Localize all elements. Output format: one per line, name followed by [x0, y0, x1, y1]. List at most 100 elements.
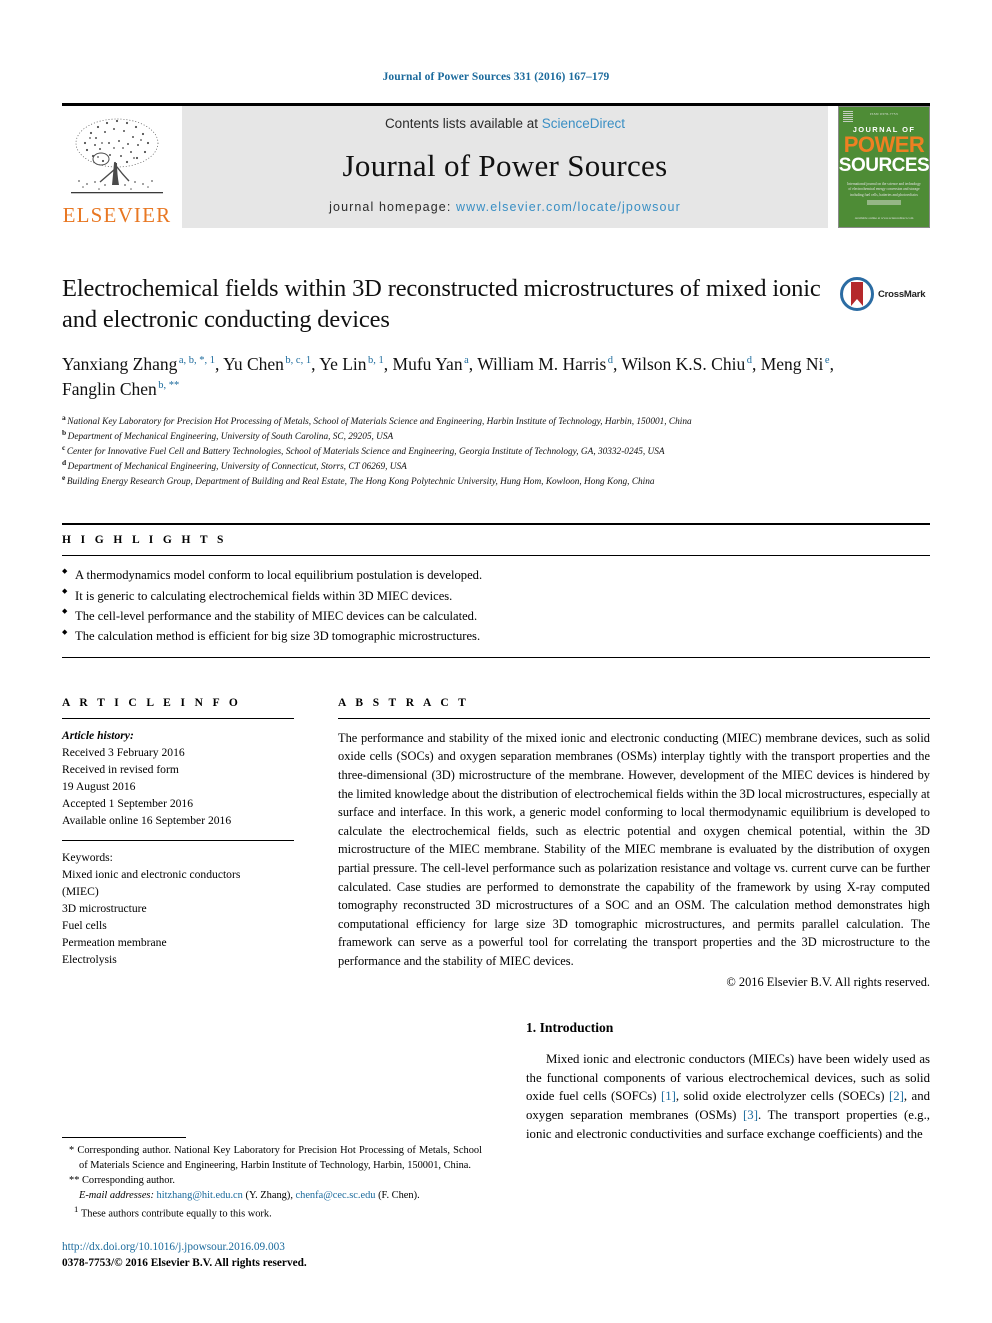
- crossmark-badge[interactable]: CrossMark: [840, 275, 936, 313]
- highlights-list: A thermodynamics model conform to local …: [62, 556, 930, 657]
- keyword-item: Mixed ionic and electronic conductors: [62, 867, 241, 881]
- history-item: Available online 16 September 2016: [62, 813, 232, 827]
- highlight-item: A thermodynamics model conform to local …: [62, 565, 930, 585]
- author-name: Mufu Yan: [392, 354, 463, 375]
- elsevier-wordmark: ELSEVIER: [62, 203, 172, 227]
- highlights-heading: H I G H L I G H T S: [62, 534, 227, 547]
- citation-2[interactable]: [2]: [889, 1089, 904, 1103]
- homepage-prefix: journal homepage:: [329, 200, 456, 214]
- keyword-item: Permeation membrane: [62, 936, 167, 950]
- footnote-corresponding-2: ** Corresponding author.: [62, 1173, 482, 1188]
- author-entry: Ye Lin b, 1,: [319, 354, 392, 374]
- affiliation-item: e Building Energy Research Group, Departm…: [62, 474, 930, 490]
- footnote-separator-rule: [62, 1137, 186, 1139]
- article-first-page: Journal of Power Sources 331 (2016) 167–…: [0, 0, 992, 1323]
- keyword-item: 3D microstructure: [62, 901, 147, 915]
- footnote-column: * Corresponding author. National Key Lab…: [62, 1020, 482, 1270]
- page-title: Electrochemical fields within 3D reconst…: [62, 275, 821, 334]
- email-link-chen[interactable]: chenfa@cec.sc.edu: [296, 1190, 376, 1201]
- footnote-mark-double-asterisk: **: [69, 1175, 80, 1187]
- journal-cover-thumbnail[interactable]: ISSN 0378-7753 JOURNAL OF POWER SOURCES …: [838, 106, 930, 228]
- author-affiliation-marks: b, 1: [368, 355, 384, 367]
- affiliation-item: c Center for Innovative Fuel Cell and Bat…: [62, 444, 930, 460]
- info-abstract-row: A R T I C L E I N F O Article history: R…: [62, 688, 930, 990]
- citation-1[interactable]: [1]: [661, 1089, 676, 1103]
- affiliation-text: Center for Innovative Fuel Cell and Batt…: [66, 447, 665, 457]
- email-link-zhang[interactable]: hitzhang@hit.edu.cn: [157, 1190, 243, 1201]
- author-name: William M. Harris: [477, 354, 607, 375]
- history-item: 19 August 2016: [62, 779, 136, 793]
- introduction-paragraph: Mixed ionic and electronic conductors (M…: [526, 1050, 930, 1143]
- cover-footer-text: Available online at www.sciencedirect.co…: [854, 215, 914, 220]
- affiliation-text: Building Energy Research Group, Departme…: [66, 477, 655, 488]
- affiliation-text: Department of Mechanical Engineering, Un…: [67, 431, 394, 442]
- cover-tagline: International journal on the science and…: [847, 181, 921, 197]
- keyword-item: Fuel cells: [62, 919, 107, 933]
- author-entry: Fanglin Chen b, **: [62, 379, 179, 399]
- affiliation-text: National Key Laboratory for Precision Ho…: [67, 416, 692, 427]
- affiliation-text: Department of Mechanical Engineering, Un…: [67, 462, 407, 473]
- author-sep: ,: [215, 354, 224, 375]
- author-entry: Wilson K.S. Chiu d,: [621, 354, 760, 374]
- highlight-item: The calculation method is efficient for …: [62, 626, 930, 646]
- history-item: Received in revised form: [62, 762, 179, 776]
- author-affiliation-marks: a, b, *, 1: [178, 355, 216, 367]
- author-affiliation-marks: b, c, 1: [285, 355, 312, 367]
- sciencedirect-link[interactable]: ScienceDirect: [542, 116, 625, 131]
- highlight-item: It is generic to calculating electrochem…: [62, 586, 930, 606]
- author-entry: William M. Harris d,: [477, 354, 621, 374]
- homepage-url-link[interactable]: www.elsevier.com/locate/jpowsour: [456, 200, 681, 214]
- author-name: Fanglin Chen: [62, 379, 157, 400]
- keyword-item: Electrolysis: [62, 953, 117, 967]
- footnote-list: * Corresponding author. National Key Lab…: [62, 1143, 482, 1222]
- keywords-label: Keywords:: [62, 850, 113, 864]
- author-affiliation-marks: d: [746, 355, 752, 367]
- elsevier-tree-icon: [71, 118, 163, 194]
- cover-issn-text: ISSN 0378-7753: [870, 111, 898, 116]
- contents-prefix: Contents lists available at: [384, 116, 542, 131]
- author-name: Meng Ni: [760, 354, 824, 375]
- author-entry: Yanxiang Zhang a, b, *, 1,: [62, 354, 223, 374]
- highlights-bottom-rule: [62, 656, 930, 658]
- journal-homepage-line: journal homepage: www.elsevier.com/locat…: [329, 200, 681, 214]
- author-affiliation-marks: b, **: [158, 380, 180, 392]
- footnote-equal-contribution: 1 These authors contribute equally to th…: [62, 1203, 482, 1222]
- intro-text-part2: , solid oxide electrolyzer cells (SOECs): [675, 1089, 889, 1104]
- email-owner-chen: (F. Chen).: [378, 1190, 420, 1202]
- journal-name: Journal of Power Sources: [342, 147, 668, 183]
- footnote-text: Corresponding author.: [82, 1175, 175, 1187]
- footer-doi-block: http://dx.doi.org/10.1016/j.jpowsour.201…: [62, 1239, 307, 1271]
- highlight-item: The cell-level performance and the stabi…: [62, 606, 930, 626]
- highlights-section: H I G H L I G H T S A thermodynamics mod…: [62, 523, 930, 658]
- keyword-item: (MIEC): [62, 884, 99, 898]
- author-sep: ,: [751, 354, 761, 375]
- abstract-copyright: © 2016 Elsevier B.V. All rights reserved…: [726, 974, 930, 989]
- history-item: Received 3 February 2016: [62, 745, 185, 759]
- footnote-corresponding-1: * Corresponding author. National Key Lab…: [62, 1143, 482, 1173]
- footnotes-block: * Corresponding author. National Key Lab…: [62, 1137, 482, 1222]
- article-history-label: Article history:: [62, 728, 134, 742]
- email-owner-zhang: (Y. Zhang): [245, 1190, 291, 1202]
- author-name: Wilson K.S. Chiu: [621, 354, 746, 375]
- introduction-heading: 1. Introduction: [526, 1020, 614, 1035]
- cover-power-text: POWER: [843, 132, 925, 157]
- author-entry: Meng Ni e,: [761, 354, 834, 374]
- footnote-text: Corresponding author. National Key Labor…: [77, 1145, 482, 1172]
- doi-link[interactable]: http://dx.doi.org/10.1016/j.jpowsour.201…: [62, 1239, 307, 1255]
- author-sep: ,: [311, 354, 320, 375]
- keywords-block: Keywords: Mixed ionic and electronic con…: [62, 841, 294, 968]
- affiliation-list: a National Key Laboratory for Precision H…: [62, 414, 930, 490]
- abstract-heading: A B S T R A C T: [338, 696, 470, 709]
- bottom-columns: * Corresponding author. National Key Lab…: [62, 1020, 930, 1270]
- author-affiliation-marks: d: [607, 355, 613, 367]
- author-list: Yanxiang Zhang a, b, *, 1, Yu Chen b, c, 1…: [62, 352, 862, 402]
- footnote-mark-one: 1: [74, 1204, 79, 1215]
- cover-elsevier-icon: [843, 111, 853, 123]
- citation-3[interactable]: [3]: [743, 1108, 758, 1122]
- footnote-emails: E-mail addresses: hitzhang@hit.edu.cn (Y…: [79, 1190, 420, 1202]
- footnote-mark-asterisk: *: [69, 1145, 75, 1157]
- author-sep: ,: [829, 354, 834, 375]
- affiliation-item: d Department of Mechanical Engineering, U…: [62, 459, 930, 475]
- email-addresses-label: E-mail addresses:: [79, 1190, 154, 1202]
- introduction-column: 1. Introduction Mixed ionic and electron…: [526, 1020, 930, 1270]
